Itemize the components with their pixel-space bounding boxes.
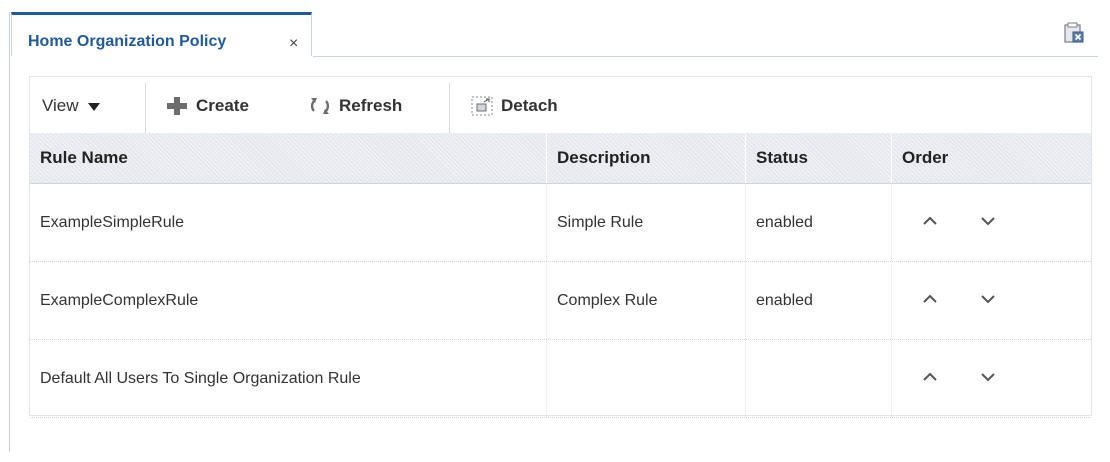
create-label: Create [196, 96, 249, 115]
column-header-status[interactable]: Status [746, 133, 892, 183]
column-header-order[interactable]: Order [892, 133, 1091, 183]
table-header: Rule Name Description Status Order [30, 133, 1091, 184]
description-cell: Complex Rule [547, 262, 746, 339]
table-row[interactable]: ExampleComplexRule Complex Rule enabled [30, 262, 1091, 340]
column-header-description[interactable]: Description [547, 133, 746, 183]
chevron-down-icon[interactable] [980, 371, 996, 383]
create-button[interactable]: Create [166, 94, 249, 118]
detach-window-icon[interactable] [1064, 22, 1084, 44]
toolbar-separator [145, 83, 146, 133]
table-row[interactable]: Default All Users To Single Organization… [30, 340, 1091, 418]
tab-strip-border [313, 56, 1098, 57]
refresh-label: Refresh [339, 96, 403, 115]
tab-title: Home Organization Policy [28, 33, 227, 50]
view-menu-button[interactable]: View [42, 94, 100, 118]
refresh-icon [310, 98, 330, 114]
rules-panel: View Create Refresh Detach Rule Name Des… [29, 76, 1092, 418]
toolbar: View Create Refresh Detach [30, 77, 1091, 133]
tab-home-organization-policy[interactable]: Home Organization Policy × [11, 12, 312, 56]
status-cell [746, 340, 892, 417]
table-row[interactable]: ExampleSimpleRule Simple Rule enabled [30, 184, 1091, 262]
chevron-up-icon[interactable] [922, 371, 938, 383]
order-cell [892, 262, 1091, 339]
chevron-down-icon[interactable] [980, 215, 996, 227]
plus-icon [167, 97, 187, 115]
status-cell: enabled [746, 184, 892, 261]
column-header-rule-name[interactable]: Rule Name [30, 133, 547, 183]
detach-icon [471, 96, 493, 116]
view-label: View [42, 96, 79, 115]
rule-name-cell: ExampleSimpleRule [30, 184, 547, 261]
order-cell [892, 184, 1091, 261]
rule-name-cell: Default All Users To Single Organization… [30, 340, 547, 417]
status-cell: enabled [746, 262, 892, 339]
description-cell [547, 340, 746, 417]
rule-name-cell: ExampleComplexRule [30, 262, 547, 339]
toolbar-separator [449, 83, 450, 133]
refresh-button[interactable]: Refresh [309, 94, 402, 118]
detach-button[interactable]: Detach [471, 94, 558, 118]
description-cell: Simple Rule [547, 184, 746, 261]
chevron-up-icon[interactable] [922, 293, 938, 305]
order-cell [892, 340, 1091, 417]
close-icon[interactable]: × [289, 35, 298, 53]
chevron-down-icon[interactable] [980, 293, 996, 305]
left-border [9, 12, 10, 452]
chevron-down-icon [87, 103, 100, 111]
detach-label: Detach [501, 96, 558, 115]
chevron-up-icon[interactable] [922, 215, 938, 227]
